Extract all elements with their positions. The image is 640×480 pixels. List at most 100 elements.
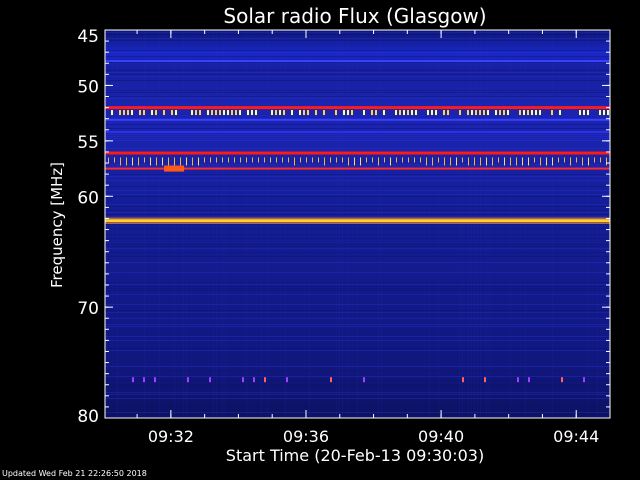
burst-mark [251,110,253,116]
x-axis-label: Start Time (20-Feb-13 09:30:03) [226,446,484,465]
tick-mark [330,157,331,163]
tick-mark [408,157,409,163]
noise-column [159,30,160,418]
burst-mark [471,110,473,116]
tick-mark [558,157,559,163]
updated-timestamp: Updated Wed Feb 21 22:26:50 2018 [2,469,147,478]
burst-mark [291,110,293,116]
tick-mark [522,157,523,166]
burst-mark [207,110,209,116]
speck-mark [187,377,189,383]
noise-column [225,30,226,418]
burst-mark [371,110,373,116]
tick-mark [300,157,301,163]
burst-mark [503,110,505,116]
noise-column [459,30,460,418]
tick-mark [306,157,307,163]
noise-column [222,30,223,418]
burst-mark [219,110,221,116]
tick-mark [132,157,133,166]
burst-mark [363,110,365,116]
burst-mark [235,110,237,116]
burst-mark [199,110,201,116]
tick-mark [258,157,259,163]
burst-mark [407,110,409,116]
tick-mark [510,157,511,166]
burst-mark [111,110,113,116]
tick-mark [318,157,319,163]
tick-mark [444,157,445,166]
tick-mark [486,157,487,166]
tick-mark [540,157,541,166]
burst-mark [151,110,153,116]
burst-mark [351,110,353,116]
noise-column [357,30,358,418]
y-tick-label: 70 [77,299,99,319]
x-tick-label: 09:32 [148,427,194,446]
burst-mark [411,110,413,116]
tick-mark [432,157,433,166]
burst-mark [431,110,433,116]
tick-mark [498,157,499,163]
burst-mark [307,110,309,116]
tick-mark [390,157,391,166]
y-tick-label: 50 [77,77,99,97]
burst-mark [275,110,277,116]
x-tick-label: 09:36 [283,427,329,446]
tick-mark [216,157,217,163]
tick-mark [240,157,241,163]
noise-column [489,30,490,418]
tick-mark [204,157,205,163]
tick-mark [354,157,355,166]
burst-mark [163,110,165,116]
tick-mark [162,157,163,166]
burst-mark [519,110,521,116]
noise-column [216,30,217,418]
speck-mark [286,377,288,383]
tick-mark [516,157,517,166]
burst-mark [443,110,445,116]
noise-column [348,30,349,418]
burst-mark [551,110,553,116]
speck-mark [154,377,156,383]
burst-mark [399,110,401,116]
chart-title: Solar radio Flux (Glasgow) [223,4,486,28]
noise-column [336,30,337,418]
tick-mark [396,157,397,163]
burst-mark [343,110,345,116]
tick-mark [600,157,601,163]
tick-mark [234,157,235,163]
y-tick-label: 80 [77,407,99,427]
tick-mark [312,157,313,163]
burst-mark [171,110,173,116]
tick-mark [366,157,367,163]
burst-mark [507,110,509,116]
speck-mark [264,377,266,383]
tick-mark [270,157,271,163]
tick-mark [462,157,463,163]
spectrogram-figure: Solar radio Flux (Glasgow) 45 50 55 60 70 80 … [0,0,640,480]
y-tick-label: 55 [77,133,99,153]
tick-mark [192,157,193,166]
burst-mark [155,110,157,116]
noise-column [588,30,589,418]
noise-column [174,30,175,418]
tick-mark [222,157,223,163]
speck-mark [484,377,486,383]
burst-mark [603,110,605,116]
burst-mark [347,110,349,116]
tick-mark [180,157,181,166]
burst-mark [175,110,177,116]
burst-mark [535,110,537,116]
tick-mark [342,157,343,163]
tick-mark [264,157,265,163]
burst-mark [527,110,529,116]
tick-mark [504,157,505,166]
burst-mark [283,110,285,116]
tick-mark [576,157,577,163]
tick-mark [288,157,289,163]
burst-mark [131,110,133,116]
tick-mark [294,157,295,166]
burst-mark [483,110,485,116]
tick-mark [114,157,115,163]
